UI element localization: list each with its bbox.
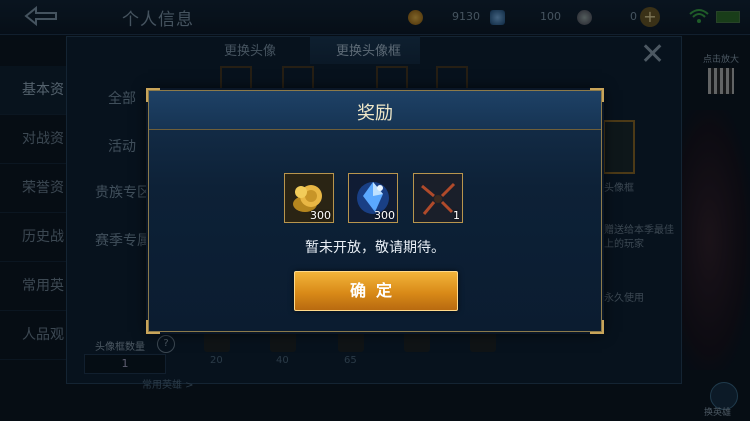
dialog-message: 暂未开放，敬请期待。 (305, 240, 445, 256)
reward-qty: 1 (453, 209, 460, 222)
dialog-title: 奖励 (357, 103, 393, 124)
corner-ornament (146, 320, 160, 334)
reward-dialog: 奖励 300 300 1 暂未开放，敬请期待。 确定 (146, 88, 604, 334)
confirm-button[interactable]: 确定 (294, 271, 458, 311)
corner-ornament (146, 88, 160, 102)
reward-qty: 300 (310, 209, 331, 222)
reward-item-frame[interactable]: 1 (413, 173, 463, 223)
corner-ornament (590, 88, 604, 102)
reward-item-crystal[interactable]: 300 (348, 173, 398, 223)
corner-ornament (590, 320, 604, 334)
reward-item-gold[interactable]: 300 (284, 173, 334, 223)
reward-qty: 300 (374, 209, 395, 222)
